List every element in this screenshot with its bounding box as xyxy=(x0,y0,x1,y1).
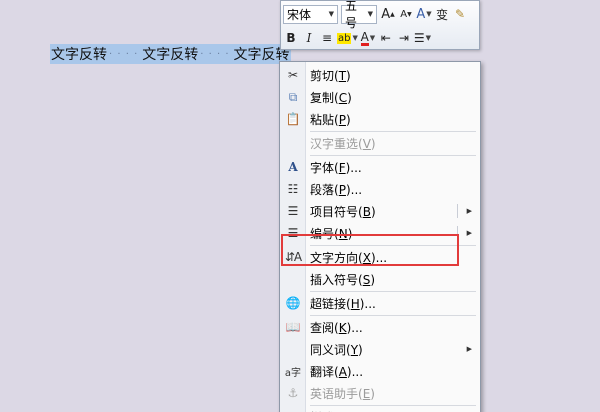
font-name-value: 宋体 xyxy=(287,7,312,22)
menu-item-copy[interactable]: ⧉ 复制(C) xyxy=(280,86,480,108)
menu-item-font[interactable]: A 字体(F)... xyxy=(280,156,480,178)
menu-item-hyperlink[interactable]: 🌐 超链接(H)... xyxy=(280,292,480,314)
paste-icon: 📋 xyxy=(285,112,301,126)
font-icon: A xyxy=(288,160,298,174)
copy-icon: ⧉ xyxy=(288,89,298,104)
menu-item-english-assistant: ⚓ 英语助手(E) xyxy=(280,382,480,404)
increase-indent-button[interactable]: ⇥ xyxy=(396,29,412,47)
menu-item-insert-symbol[interactable]: 插入符号(S) xyxy=(280,268,480,290)
center-align-button[interactable]: ≡ xyxy=(319,29,335,47)
menu-item-translate[interactable]: a字 翻译(A)... xyxy=(280,360,480,382)
highlight-color-button[interactable]: ab ▼ xyxy=(337,29,358,47)
chevron-down-icon: ▼ xyxy=(328,10,334,18)
phonetic-guide-button[interactable]: 变 xyxy=(434,5,450,23)
menu-item-paragraph[interactable]: ☷ 段落(P)... xyxy=(280,178,480,200)
bold-button[interactable]: B xyxy=(283,29,299,47)
bullets-button[interactable]: ☰ ▼ xyxy=(414,29,431,47)
chevron-down-icon: ▼ xyxy=(367,10,373,18)
menu-item-reconvert: 汉字重选(V) xyxy=(310,136,376,151)
bullets-icon: ☰ xyxy=(287,204,299,218)
annotation-highlight-box xyxy=(281,234,459,266)
menu-item-research[interactable]: 📖 查阅(K)... xyxy=(280,316,480,338)
selected-document-text[interactable]: 文字反转 · · · · 文字反转 · · · · 文字反转 xyxy=(50,44,291,64)
font-size-value: 五号 xyxy=(345,0,358,30)
menu-item-paste[interactable]: 📋 粘贴(P) xyxy=(280,108,480,130)
text-segment: 文字反转 · · · · xyxy=(50,44,142,64)
scissors-icon: ✂ xyxy=(287,68,299,82)
decrease-indent-button[interactable]: ⇤ xyxy=(378,29,394,47)
shrink-font-button[interactable]: A ▼ xyxy=(398,5,414,23)
font-color-button[interactable]: A ▼ xyxy=(360,29,376,47)
research-icon: 📖 xyxy=(285,320,301,334)
submenu-arrow-icon: ▶ xyxy=(466,207,472,215)
translate-icon: a字 xyxy=(284,367,302,379)
font-size-combo[interactable]: 五号 ▼ xyxy=(341,0,377,30)
italic-button[interactable]: I xyxy=(301,29,317,47)
mini-formatting-toolbar: 宋体 ▼ 五号 ▼ A ▲ A ▼ A ▼ 变 ✎ B I ≡ ab ▼ A ▼ ⇤ ⇥ … xyxy=(280,0,480,50)
text-segment: 文字反转 · · · · xyxy=(141,44,233,64)
grow-font-button[interactable]: A ▲ xyxy=(380,5,396,23)
menu-item-bullets[interactable]: ☰ 项目符号(B) ▶ xyxy=(280,200,480,222)
menu-item-synonyms[interactable]: 同义词(Y) ▶ xyxy=(280,338,480,360)
styles-button[interactable]: A ▼ xyxy=(416,5,432,23)
submenu-arrow-icon: ▶ xyxy=(466,229,472,237)
hyperlink-icon: 🌐 xyxy=(285,296,301,310)
format-painter-icon[interactable]: ✎ xyxy=(452,5,468,23)
menu-item-styles[interactable]: 样式(T) ▶ xyxy=(280,406,480,412)
font-name-combo[interactable]: 宋体 ▼ xyxy=(283,4,338,24)
paragraph-icon: ☷ xyxy=(287,182,299,196)
submenu-arrow-icon: ▶ xyxy=(466,345,472,353)
english-assistant-icon: ⚓ xyxy=(287,386,299,400)
menu-item-cut[interactable]: ✂ 剪切(T) xyxy=(280,64,480,86)
